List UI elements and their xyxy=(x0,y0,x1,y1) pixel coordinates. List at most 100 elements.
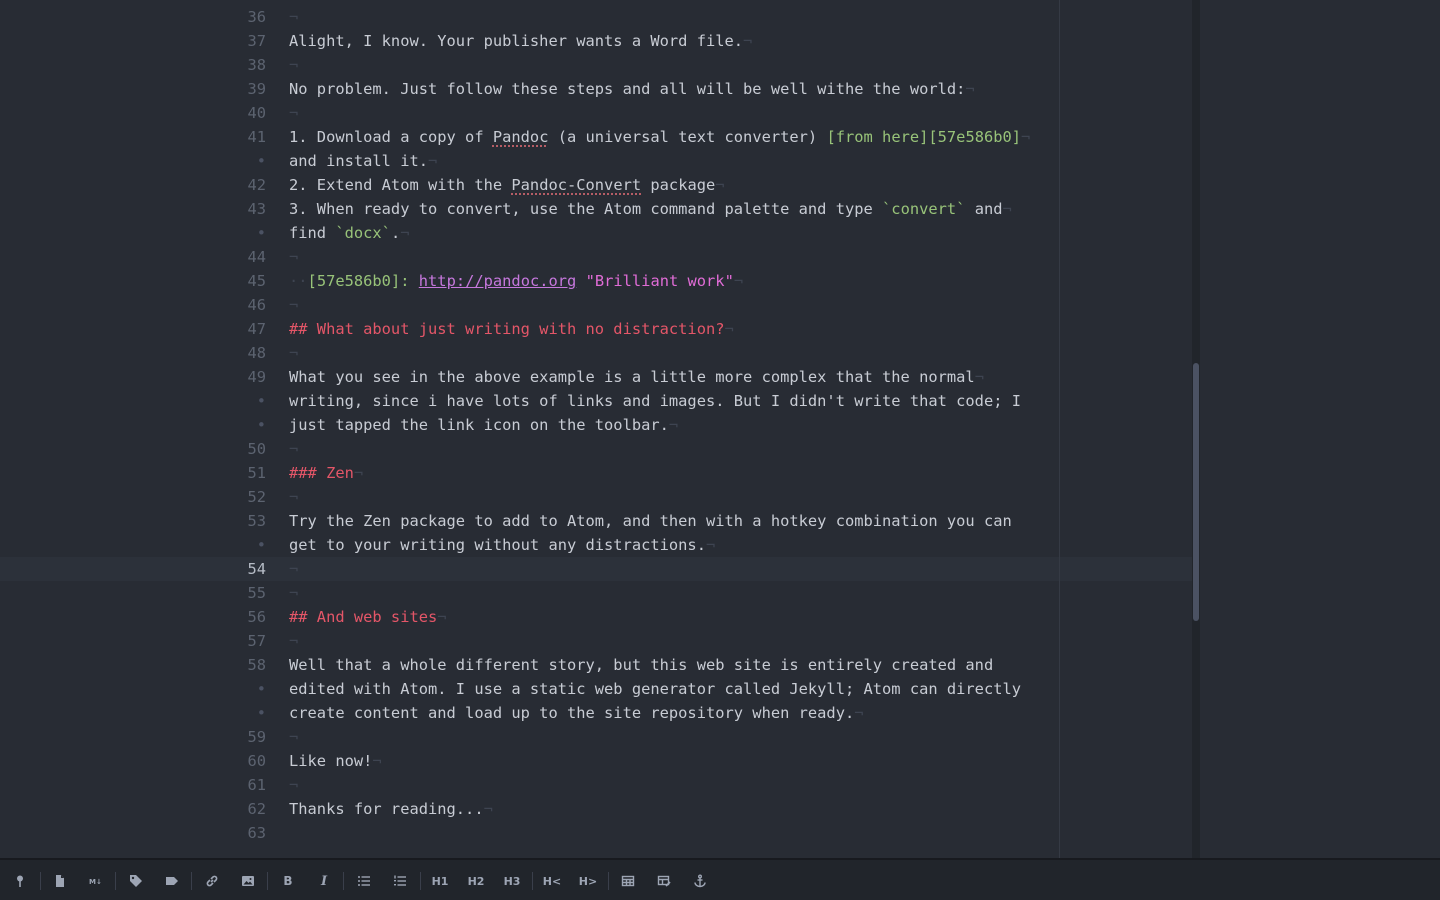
line-text[interactable]: just tapped the link icon on the toolbar… xyxy=(289,413,678,437)
editor-pane[interactable]: 36 ¬ 37 Alight, I know. Your publisher want… xyxy=(0,0,1440,858)
editor-line[interactable]: 47 ## What about just writing with no dis… xyxy=(0,317,1192,341)
editor-line[interactable]: 51 ### Zen¬ xyxy=(0,461,1192,485)
line-text[interactable]: writing, since i have lots of links and … xyxy=(289,389,1021,413)
editor-line[interactable]: 56 ## And web sites¬ xyxy=(0,605,1192,629)
editor-line[interactable]: 48 ¬ xyxy=(0,341,1192,365)
line-text[interactable]: edited with Atom. I use a static web gen… xyxy=(289,677,1021,701)
editor-line[interactable]: 53 Try the Zen package to add to Atom, an… xyxy=(0,509,1192,533)
toolbar-heading-increase-button[interactable]: H> xyxy=(577,870,599,892)
markdown-string: "Brilliant work" xyxy=(585,272,734,290)
toolbar-markdown-preview-icon[interactable]: M↓ xyxy=(85,870,107,892)
editor-line[interactable]: • writing, since i have lots of links and… xyxy=(0,389,1192,413)
line-text[interactable]: Well that a whole different story, but t… xyxy=(289,653,993,677)
line-text[interactable]: ¬ xyxy=(289,725,298,749)
toolbar-h1-button[interactable]: H1 xyxy=(429,870,451,892)
toolbar-format-table-icon[interactable] xyxy=(653,870,675,892)
editor-line[interactable]: 43 3. When ready to convert, use the Atom… xyxy=(0,197,1192,221)
line-number: 49 xyxy=(247,368,266,386)
line-text[interactable]: ## And web sites¬ xyxy=(289,605,447,629)
line-text[interactable]: ¬ xyxy=(289,629,298,653)
editor-line[interactable]: • and install it.¬ xyxy=(0,149,1192,173)
scrollbar-thumb[interactable] xyxy=(1193,363,1199,621)
line-text[interactable]: ¬ xyxy=(289,557,298,581)
line-text[interactable]: ¬ xyxy=(289,245,298,269)
editor-line[interactable]: 61 ¬ xyxy=(0,773,1192,797)
editor-line[interactable]: 60 Like now!¬ xyxy=(0,749,1192,773)
toolbar-bullet-list-icon[interactable] xyxy=(353,870,375,892)
toolbar-table-icon[interactable] xyxy=(617,870,639,892)
toolbar-anchor-icon[interactable] xyxy=(689,870,711,892)
line-text[interactable]: ¬ xyxy=(289,341,298,365)
line-number: 47 xyxy=(247,320,266,338)
toolbar-new-file-icon[interactable] xyxy=(49,870,71,892)
editor-line[interactable]: • just tapped the link icon on the toolba… xyxy=(0,413,1192,437)
toolbar-image-icon[interactable] xyxy=(237,870,259,892)
editor-line[interactable]: • edited with Atom. I use a static web ge… xyxy=(0,677,1192,701)
editor-line[interactable]: 55 ¬ xyxy=(0,581,1192,605)
line-text[interactable]: Thanks for reading...¬ xyxy=(289,797,493,821)
editor-line[interactable]: 40 ¬ xyxy=(0,101,1192,125)
line-text[interactable]: ¬ xyxy=(289,5,298,29)
toolbar-pin-icon[interactable] xyxy=(9,870,31,892)
toolbar-numbered-list-icon[interactable] xyxy=(389,870,411,892)
cursor-line[interactable]: 54 ¬ xyxy=(0,557,1192,581)
editor-line[interactable]: 59 ¬ xyxy=(0,725,1192,749)
text-run: package xyxy=(641,176,716,194)
line-text[interactable]: ## What about just writing with no distr… xyxy=(289,317,734,341)
editor-line[interactable]: 41 1. Download a copy of Pandoc (a univer… xyxy=(0,125,1192,149)
editor-line[interactable]: 45 ··[57e586b0]: http://pandoc.org "Brill… xyxy=(0,269,1192,293)
editor-line[interactable]: 44 ¬ xyxy=(0,245,1192,269)
editor-line[interactable]: 42 2. Extend Atom with the Pandoc-Convert… xyxy=(0,173,1192,197)
line-number: 59 xyxy=(247,728,266,746)
line-text[interactable]: ¬ xyxy=(289,53,298,77)
line-text[interactable]: What you see in the above example is a l… xyxy=(289,365,984,389)
editor-line[interactable]: 57 ¬ xyxy=(0,629,1192,653)
toolbar-bold-button[interactable]: B xyxy=(277,870,299,892)
line-text[interactable]: ### Zen¬ xyxy=(289,461,363,485)
editor-line[interactable]: • create content and load up to the site … xyxy=(0,701,1192,725)
line-text[interactable]: Like now!¬ xyxy=(289,749,382,773)
line-text[interactable]: 2. Extend Atom with the Pandoc-Convert p… xyxy=(289,173,725,197)
line-text[interactable]: create content and load up to the site r… xyxy=(289,701,864,725)
line-text[interactable]: and install it.¬ xyxy=(289,149,437,173)
toolbar-h2-button[interactable]: H2 xyxy=(465,870,487,892)
line-text[interactable]: No problem. Just follow these steps and … xyxy=(289,77,975,101)
line-text[interactable]: Alight, I know. Your publisher wants a W… xyxy=(289,29,752,53)
editor-line[interactable]: 62 Thanks for reading...¬ xyxy=(0,797,1192,821)
line-text[interactable]: get to your writing without any distract… xyxy=(289,533,715,557)
toolbar-tag-icon[interactable] xyxy=(125,870,147,892)
eol-marker: ¬ xyxy=(724,320,734,338)
eol-marker: ¬ xyxy=(289,104,299,122)
line-text[interactable]: ¬ xyxy=(289,773,298,797)
editor-lines[interactable]: 36 ¬ 37 Alight, I know. Your publisher want… xyxy=(0,5,1192,845)
line-text[interactable]: ¬ xyxy=(289,437,298,461)
toolbar-label-icon[interactable] xyxy=(161,870,183,892)
line-text[interactable]: 3. When ready to convert, use the Atom c… xyxy=(289,197,1012,221)
eol-marker: ¬ xyxy=(289,776,299,794)
line-text[interactable]: ··[57e586b0]: http://pandoc.org "Brillia… xyxy=(289,269,743,293)
line-text[interactable]: ¬ xyxy=(289,485,298,509)
editor-line[interactable]: 63 xyxy=(0,821,1192,845)
editor-line[interactable]: • get to your writing without any distrac… xyxy=(0,533,1192,557)
toolbar-italic-button[interactable]: I xyxy=(313,870,335,892)
editor-line[interactable]: 36 ¬ xyxy=(0,5,1192,29)
line-text[interactable]: ¬ xyxy=(289,293,298,317)
eol-marker: ¬ xyxy=(289,728,299,746)
editor-line[interactable]: 38 ¬ xyxy=(0,53,1192,77)
editor-line[interactable]: 49 What you see in the above example is a… xyxy=(0,365,1192,389)
editor-line[interactable]: 58 Well that a whole different story, but… xyxy=(0,653,1192,677)
editor-line[interactable]: 50 ¬ xyxy=(0,437,1192,461)
editor-line[interactable]: 52 ¬ xyxy=(0,485,1192,509)
line-text[interactable]: ¬ xyxy=(289,101,298,125)
line-text[interactable]: Try the Zen package to add to Atom, and … xyxy=(289,509,1012,533)
toolbar-heading-decrease-button[interactable]: H< xyxy=(541,870,563,892)
line-text[interactable]: 1. Download a copy of Pandoc (a universa… xyxy=(289,125,1030,149)
toolbar-link-icon[interactable] xyxy=(201,870,223,892)
editor-line[interactable]: • find `docx`.¬ xyxy=(0,221,1192,245)
editor-line[interactable]: 46 ¬ xyxy=(0,293,1192,317)
line-text[interactable]: ¬ xyxy=(289,581,298,605)
editor-line[interactable]: 37 Alight, I know. Your publisher wants a… xyxy=(0,29,1192,53)
editor-line[interactable]: 39 No problem. Just follow these steps an… xyxy=(0,77,1192,101)
line-text[interactable]: find `docx`.¬ xyxy=(289,221,410,245)
toolbar-h3-button[interactable]: H3 xyxy=(501,870,523,892)
